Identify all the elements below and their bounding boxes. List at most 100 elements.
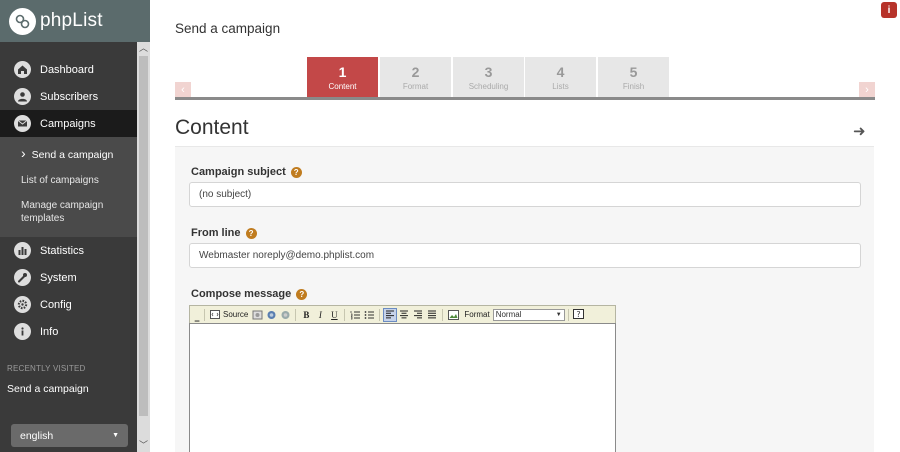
- bulleted-list-icon[interactable]: [362, 308, 376, 322]
- page-title: Send a campaign: [175, 21, 281, 36]
- caret-down-icon: ▼: [112, 432, 119, 439]
- info-icon: i: [887, 4, 891, 16]
- recent-item-send-campaign[interactable]: Send a campaign: [7, 383, 89, 395]
- campaigns-subnav: Send a campaign List of campaigns Manage…: [0, 137, 137, 237]
- section-title: Content: [175, 116, 249, 139]
- align-center-icon[interactable]: [397, 308, 411, 322]
- scroll-down-icon[interactable]: ﹀: [137, 439, 150, 452]
- source-icon: [210, 310, 220, 319]
- bar-chart-icon: [14, 242, 31, 259]
- step-finish[interactable]: 5 Finish: [598, 57, 669, 97]
- subject-label: Campaign subject ?: [191, 166, 302, 178]
- envelope-icon: [14, 115, 31, 132]
- step-number: 4: [556, 64, 565, 80]
- preview-icon[interactable]: [250, 308, 264, 322]
- info-button[interactable]: i: [881, 2, 897, 18]
- sidebar-item-statistics[interactable]: Statistics: [0, 237, 137, 264]
- toolbar-separator: [379, 308, 381, 321]
- unlink-icon[interactable]: [278, 308, 292, 322]
- step-format[interactable]: 2 Format: [380, 57, 451, 97]
- sidebar-item-dashboard[interactable]: Dashboard: [0, 56, 137, 83]
- brand-name: phpList: [40, 10, 103, 31]
- italic-button[interactable]: I: [313, 308, 327, 322]
- subnav-item-send-campaign[interactable]: Send a campaign: [0, 141, 137, 168]
- step-prev-button[interactable]: ‹: [175, 82, 191, 97]
- step-next-button[interactable]: ›: [859, 82, 875, 97]
- sidebar-item-campaigns[interactable]: Campaigns: [0, 110, 137, 137]
- scrollbar-thumb[interactable]: [139, 56, 148, 416]
- align-left-icon[interactable]: [383, 307, 398, 322]
- from-line-input[interactable]: Webmaster noreply@demo.phplist.com: [189, 243, 861, 268]
- phplist-logo-icon: [9, 7, 36, 35]
- language-select[interactable]: english ▼: [11, 424, 128, 447]
- sidebar-item-label: Info: [40, 325, 59, 338]
- compose-label-text: Compose message: [191, 288, 292, 300]
- step-number: 2: [411, 64, 420, 80]
- link-icon[interactable]: [264, 308, 278, 322]
- format-value: Normal: [495, 310, 522, 319]
- step-number: 3: [484, 64, 493, 80]
- sidebar-item-label: System: [40, 271, 77, 284]
- svg-text:?: ?: [577, 310, 581, 319]
- step-lists[interactable]: 4 Lists: [525, 57, 596, 97]
- source-label: Source: [223, 310, 249, 319]
- subject-label-text: Campaign subject: [191, 166, 286, 178]
- help-icon[interactable]: ?: [296, 288, 308, 300]
- step-label: Lists: [552, 82, 569, 91]
- steps-divider: [175, 97, 875, 100]
- from-line-label: From line ?: [191, 227, 257, 239]
- help-icon[interactable]: ?: [245, 227, 257, 239]
- step-number: 1: [338, 64, 347, 80]
- caret-down-icon: ▼: [555, 311, 562, 318]
- about-help-icon[interactable]: ?: [572, 308, 586, 322]
- sidebar-scrollbar[interactable]: ︿ ﹀: [137, 42, 150, 452]
- sidebar: phpList Dashboard Subscribers Campaigns …: [0, 0, 150, 452]
- gear-icon: [14, 296, 31, 313]
- sidebar-item-info[interactable]: Info: [0, 318, 137, 345]
- chevron-left-icon: ‹: [181, 83, 185, 96]
- step-content[interactable]: 1 Content: [307, 57, 378, 97]
- toolbar-collapse-icon[interactable]: ▁: [193, 308, 201, 322]
- toolbar-separator: [204, 308, 205, 321]
- sidebar-item-label: Subscribers: [40, 90, 99, 103]
- step-label: Content: [328, 82, 357, 91]
- toolbar-separator: [295, 308, 297, 321]
- main-nav: Dashboard Subscribers Campaigns Send a c…: [0, 56, 137, 345]
- step-scheduling[interactable]: 3 Scheduling: [453, 57, 524, 97]
- recently-visited-heading: RECENTLY VISITED: [7, 364, 86, 373]
- user-icon: [14, 88, 31, 105]
- toolbar-separator: [567, 308, 569, 321]
- help-icon[interactable]: ?: [290, 166, 302, 178]
- logo[interactable]: phpList: [0, 0, 150, 42]
- source-button[interactable]: Source: [208, 308, 250, 322]
- subject-input[interactable]: (no subject): [189, 182, 861, 207]
- from-line-label-text: From line: [191, 227, 241, 239]
- sidebar-item-system[interactable]: System: [0, 264, 137, 291]
- sidebar-item-label: Dashboard: [40, 63, 94, 76]
- from-line-value: Webmaster noreply@demo.phplist.com: [199, 250, 375, 261]
- arrow-right-icon[interactable]: ➜: [853, 122, 866, 140]
- format-select[interactable]: Normal ▼: [492, 308, 565, 321]
- format-label: Format: [464, 310, 490, 319]
- sidebar-item-label: Config: [40, 298, 72, 311]
- sidebar-item-config[interactable]: Config: [0, 291, 137, 318]
- subnav-item-manage-templates[interactable]: Manage campaign templates: [0, 193, 110, 231]
- sidebar-item-subscribers[interactable]: Subscribers: [0, 83, 137, 110]
- numbered-list-icon[interactable]: [348, 308, 362, 322]
- align-justify-icon[interactable]: [425, 308, 439, 322]
- info-icon: [14, 323, 31, 340]
- image-icon[interactable]: [446, 308, 460, 322]
- toolbar-separator: [344, 308, 346, 321]
- align-right-icon[interactable]: [411, 308, 425, 322]
- compose-label: Compose message ?: [191, 288, 308, 300]
- editor-toolbar: ▁ Source B I U Format Normal ▼ ?: [189, 305, 616, 323]
- subnav-item-list-campaigns[interactable]: List of campaigns: [0, 168, 137, 193]
- subject-value: (no subject): [199, 189, 252, 200]
- bold-button[interactable]: B: [299, 308, 313, 322]
- message-editor-area[interactable]: [189, 323, 616, 452]
- chevron-right-icon: ›: [865, 83, 869, 96]
- home-icon: [14, 61, 31, 78]
- step-label: Format: [402, 82, 429, 91]
- underline-button[interactable]: U: [327, 308, 341, 322]
- scroll-up-icon[interactable]: ︿: [137, 42, 150, 55]
